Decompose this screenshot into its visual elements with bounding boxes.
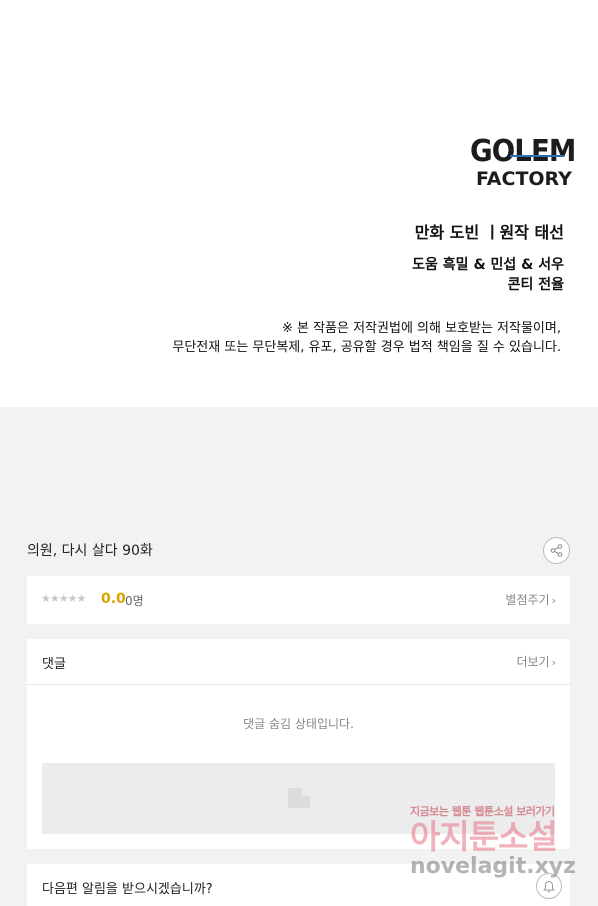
chevron-right-icon: › (551, 594, 556, 607)
comments-hidden-message: 댓글 숨김 상태입니다. (243, 717, 354, 731)
comment-header: 댓글 더보기 › (27, 639, 570, 685)
credit-assist-line: 도움 흑밀 & 민섭 & 서우 (412, 257, 564, 273)
notify-prompt: 다음편 알림을 받으시겠습니까? (42, 882, 213, 897)
rate-button[interactable]: 별점주기 › (505, 591, 556, 608)
logo-accent-bar (510, 155, 564, 157)
copyright-notice-line1: ※ 본 작품은 저작권법에 의해 보호받는 저작물이며, (281, 321, 561, 336)
golem-factory-logo: GOLEM FACTORY (470, 134, 576, 191)
rating-count: 0명 (125, 594, 144, 608)
rating-score: 0.0 (101, 591, 126, 607)
bell-icon (543, 880, 555, 892)
comment-label: 댓글 (42, 657, 66, 672)
share-icon (550, 544, 563, 557)
notify-bell-button[interactable] (536, 873, 562, 899)
more-comments-label: 더보기 (516, 655, 550, 669)
copyright-notice-line2: 무단전재 또는 무단복제, 유포, 공유할 경우 법적 책임을 질 수 있습니다… (172, 340, 561, 355)
comment-section: 댓글 더보기 › 댓글 숨김 상태입니다. (27, 639, 570, 849)
credit-artist: 만화 도빈 ㅣ원작 태선 (414, 223, 564, 242)
episode-title: 의원, 다시 살다 90화 (27, 543, 153, 559)
logo-text-factory: FACTORY (476, 168, 572, 190)
share-button[interactable] (543, 537, 570, 564)
logo-text-golem: GOLEM (470, 134, 576, 169)
credit-assistants: 도움 흑밀 & 민섭 & 서우 콘티 전율 (412, 255, 564, 295)
credit-storyboard-line: 콘티 전율 (507, 277, 564, 293)
rating-box: ★★★★★ 0.0 0명 별점주기 › (27, 576, 570, 624)
more-comments-link[interactable]: 더보기 › (516, 653, 556, 670)
rating-stars: ★★★★★ (41, 592, 86, 605)
ad-placeholder (42, 763, 555, 834)
chevron-right-icon: › (551, 656, 556, 669)
credits-panel: GOLEM FACTORY 만화 도빈 ㅣ원작 태선 도움 흑밀 & 민섭 & … (0, 0, 598, 407)
image-placeholder-icon (288, 788, 310, 808)
rate-button-label: 별점주기 (505, 593, 550, 607)
copyright-notice: ※ 본 작품은 저작권법에 의해 보호받는 저작물이며, 무단전재 또는 무단복… (172, 319, 561, 357)
notify-section: 다음편 알림을 받으시겠습니까? (27, 864, 570, 906)
